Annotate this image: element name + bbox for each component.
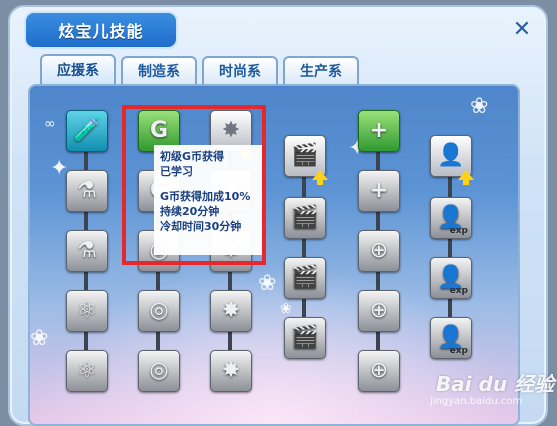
window-title: 炫宝儿技能	[58, 22, 144, 41]
star-badge-skill-icon[interactable]: ✸	[210, 350, 252, 392]
flower-icon: ❀	[30, 326, 49, 351]
window-title-tab: 炫宝儿技能	[24, 11, 178, 49]
plus-skill-icon[interactable]: +	[358, 170, 400, 212]
molecule-skill-icon[interactable]: ⚛	[66, 290, 108, 332]
medkit-skill-icon[interactable]: ⊕	[358, 350, 400, 392]
exp-skill-icon[interactable]: 👤 exp	[430, 257, 472, 299]
medkit-skill-icon[interactable]: ⊕	[358, 290, 400, 332]
upgrade-arrow-icon	[312, 170, 328, 185]
tab-support[interactable]: 应援系	[40, 54, 116, 84]
plus-skill-icon[interactable]: +	[358, 110, 400, 152]
exp-skill-icon[interactable]: 👤 exp	[430, 317, 472, 359]
test-tube-skill-icon[interactable]: 🧪	[66, 110, 108, 152]
red-highlight-box	[122, 105, 266, 265]
star-badge-skill-icon[interactable]: ✸	[210, 290, 252, 332]
skill-tabs: 应援系 制造系 时尚系 生产系	[40, 54, 359, 84]
clapperboard-star-skill-icon[interactable]: 🎬	[284, 197, 326, 239]
clapperboard-upgrade-icon[interactable]: 🎬	[284, 135, 328, 185]
user-upgrade-icon[interactable]: 👤	[430, 135, 474, 185]
g-coin-stack-skill-icon[interactable]: ◎	[138, 290, 180, 332]
molecule-cluster-skill-icon[interactable]: ⚛	[66, 350, 108, 392]
flower-icon: ❀	[258, 271, 277, 296]
flasks-skill-icon[interactable]: ⚗	[66, 230, 108, 272]
close-icon[interactable]: ✕	[512, 19, 532, 41]
exp-skill-icon[interactable]: 👤 exp	[430, 197, 472, 239]
flower-icon: ❀	[280, 301, 292, 317]
flower-icon: ❀	[470, 94, 489, 119]
g-coin-pile-skill-icon[interactable]: ◎	[138, 350, 180, 392]
baidu-watermark-url: jingyan.baidu.com	[430, 396, 523, 407]
ring-icon: ∞	[44, 116, 56, 132]
baidu-watermark: Bai du 经验	[436, 372, 555, 396]
medkit-skill-icon[interactable]: ⊕	[358, 230, 400, 272]
tab-fashion[interactable]: 时尚系	[202, 56, 278, 84]
test-tubes-skill-icon[interactable]: ⚗	[66, 170, 108, 212]
upgrade-arrow-icon	[458, 170, 474, 185]
tab-production[interactable]: 生产系	[283, 56, 359, 84]
clapperboard-sun-skill-icon[interactable]: 🎬	[284, 317, 326, 359]
tab-manufacture[interactable]: 制造系	[121, 56, 197, 84]
clapperboard-moon-skill-icon[interactable]: 🎬	[284, 257, 326, 299]
